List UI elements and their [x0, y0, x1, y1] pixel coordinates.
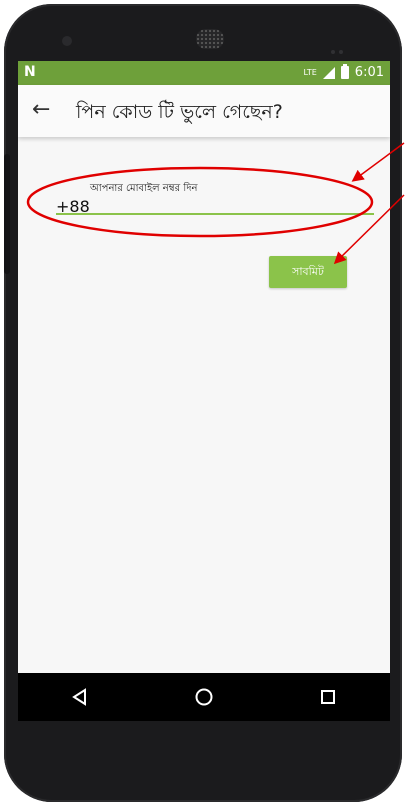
front-camera	[62, 36, 72, 46]
signal-icon	[322, 66, 335, 79]
mobile-number-label: আপনার মোবাইল নম্বর দিন	[90, 183, 198, 194]
submit-button[interactable]: সাবমিট	[269, 256, 347, 288]
arrow-left-icon[interactable]: ←	[32, 97, 50, 122]
navigation-bar	[18, 673, 390, 721]
page-title: পিন কোড টি ভুলে গেছেন?	[76, 101, 283, 123]
status-bar: N LTE 6:01	[18, 61, 390, 85]
phone-screen: N LTE 6:01 ← পিন কোড টি ভুলে গেছেন? আপনা…	[18, 61, 390, 673]
battery-icon	[340, 64, 349, 79]
side-button	[4, 154, 10, 274]
clock: 6:01	[354, 65, 384, 80]
recents-square-icon[interactable]	[308, 677, 348, 717]
home-circle-icon[interactable]	[184, 677, 224, 717]
input-underline	[56, 213, 374, 215]
proximity-sensors	[331, 39, 351, 54]
status-indicators: LTE 6:01	[303, 64, 384, 80]
earpiece-speaker	[196, 29, 224, 49]
network-type: LTE	[303, 68, 317, 77]
app-bar: ← পিন কোড টি ভুলে গেছেন?	[18, 85, 390, 137]
back-triangle-icon[interactable]	[60, 677, 100, 717]
notification-icon: N	[24, 64, 36, 80]
